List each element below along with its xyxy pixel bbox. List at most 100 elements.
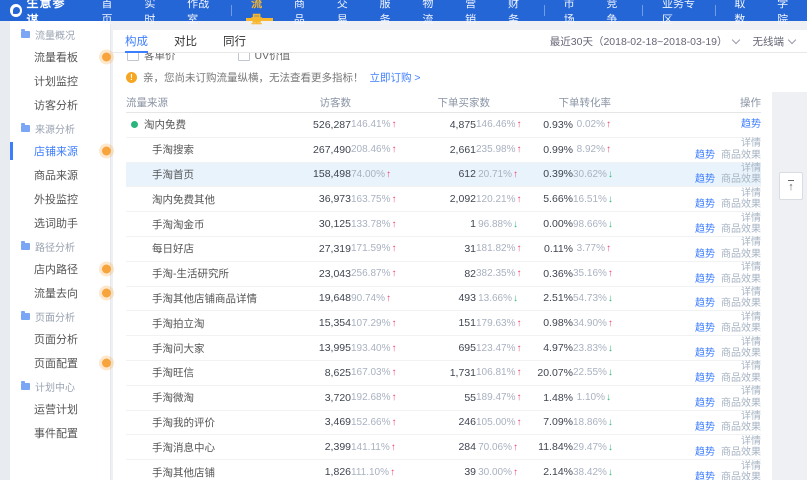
table-row[interactable]: 手淘其他店铺商品详情19,64890.74%↑49313.66%↓2.51%54…: [126, 287, 761, 312]
table-row[interactable]: 手淘问大家13,995193.40%↑695123.47%↑4.97%23.83…: [126, 336, 761, 361]
sidebar-item[interactable]: 运营计划: [10, 397, 110, 421]
trend-link[interactable]: 趋势: [695, 174, 715, 185]
nav-item[interactable]: 实时: [131, 0, 174, 21]
nav-item[interactable]: 学院: [764, 0, 807, 21]
table-row[interactable]: 淘内免费其他36,973163.75%↑2,092120.21%↑5.66%16…: [126, 187, 761, 212]
effect-link[interactable]: 商品效果: [721, 274, 761, 285]
sidebar-item[interactable]: 流量去向: [10, 281, 110, 305]
effect-link[interactable]: 商品效果: [721, 150, 761, 161]
effect-link[interactable]: 商品效果: [721, 472, 761, 480]
checkbox-uv-value[interactable]: UV价值: [238, 53, 291, 64]
checkbox-customer-price[interactable]: 客单价: [127, 53, 176, 64]
sidebar-item[interactable]: 店铺来源: [10, 139, 110, 163]
table-row[interactable]: 手淘淘金币30,125133.78%↑196.88%↓0.00%98.66%↓详…: [126, 212, 761, 237]
effect-link[interactable]: 商品效果: [721, 224, 761, 235]
effect-link[interactable]: 商品效果: [721, 373, 761, 384]
nav-item[interactable]: 财务: [495, 0, 538, 21]
detail-link[interactable]: 详情: [741, 361, 761, 372]
nav-item[interactable]: 取数: [721, 0, 764, 21]
effect-link[interactable]: 商品效果: [721, 447, 761, 458]
table-row[interactable]: 手淘搜索267,490208.46%↑2,661235.98%↑0.99%8.9…: [126, 138, 761, 163]
trend-link[interactable]: 趋势: [741, 119, 761, 130]
nav-item[interactable]: 商品: [281, 0, 324, 21]
tab-peers[interactable]: 同行: [223, 30, 246, 52]
sidebar-section[interactable]: 计划中心: [10, 375, 110, 397]
sidebar-item[interactable]: 店内路径: [10, 257, 110, 281]
effect-link[interactable]: 商品效果: [721, 348, 761, 359]
nav-item[interactable]: 物流: [409, 0, 452, 21]
detail-link[interactable]: 详情: [741, 411, 761, 422]
table-row[interactable]: 手淘微淘3,720192.68%↑55189.47%↑1.48%1.10%↓详情…: [126, 386, 761, 411]
trend-link[interactable]: 趋势: [695, 447, 715, 458]
effect-link[interactable]: 商品效果: [721, 174, 761, 185]
nav-item[interactable]: 流量: [238, 0, 281, 21]
sidebar-item[interactable]: 选词助手: [10, 211, 110, 235]
detail-link[interactable]: 详情: [741, 138, 761, 149]
detail-link[interactable]: 详情: [741, 163, 761, 174]
trend-link[interactable]: 趋势: [695, 150, 715, 161]
table-row[interactable]: 淘内免费526,287146.41%↑4,875146.46%↑0.93%0.0…: [126, 113, 761, 138]
detail-link[interactable]: 详情: [741, 262, 761, 273]
detail-link[interactable]: 详情: [741, 436, 761, 447]
table-row[interactable]: 手淘我的评价3,469152.66%↑246105.00%↑7.09%18.86…: [126, 411, 761, 436]
sidebar-item[interactable]: 流量看板: [10, 45, 110, 69]
trend-link[interactable]: 趋势: [695, 298, 715, 309]
detail-link[interactable]: 详情: [741, 337, 761, 348]
detail-link[interactable]: 详情: [741, 386, 761, 397]
detail-link[interactable]: 详情: [741, 461, 761, 472]
date-range-selector[interactable]: 最近30天（2018-02-18~2018-03-19）: [550, 34, 739, 49]
sidebar-section[interactable]: 来源分析: [10, 117, 110, 139]
sidebar-item[interactable]: 事件配置: [10, 421, 110, 445]
sidebar-section[interactable]: 页面分析: [10, 305, 110, 327]
trend-link[interactable]: 趋势: [695, 224, 715, 235]
effect-link[interactable]: 商品效果: [721, 422, 761, 433]
sidebar-item[interactable]: 计划监控: [10, 69, 110, 93]
trend-link[interactable]: 趋势: [695, 398, 715, 409]
detail-link[interactable]: 详情: [741, 312, 761, 323]
trend-link[interactable]: 趋势: [695, 323, 715, 334]
detail-link[interactable]: 详情: [741, 237, 761, 248]
nav-item[interactable]: 服务: [367, 0, 410, 21]
detail-link[interactable]: 详情: [741, 188, 761, 199]
detail-link[interactable]: 详情: [741, 287, 761, 298]
sidebar-item[interactable]: 外投监控: [10, 187, 110, 211]
trend-link[interactable]: 趋势: [695, 422, 715, 433]
nav-item[interactable]: 作战室: [174, 0, 225, 21]
table-row[interactable]: 手淘消息中心2,399141.11%↑28470.06%↑11.84%29.47…: [126, 435, 761, 460]
sidebar-item[interactable]: 访客分析: [10, 93, 110, 117]
trend-link[interactable]: 趋势: [695, 249, 715, 260]
table-row[interactable]: 手淘拍立淘15,354107.29%↑151179.63%↑0.98%34.90…: [126, 311, 761, 336]
trend-link[interactable]: 趋势: [695, 348, 715, 359]
effect-link[interactable]: 商品效果: [721, 249, 761, 260]
trend-link[interactable]: 趋势: [695, 274, 715, 285]
sidebar-item[interactable]: 商品来源: [10, 163, 110, 187]
sidebar-item[interactable]: 页面分析: [10, 327, 110, 351]
nav-item[interactable]: 首页: [89, 0, 132, 21]
table-row[interactable]: 手淘旺信8,625167.03%↑1,731106.81%↑20.07%22.5…: [126, 361, 761, 386]
table-row[interactable]: 手淘首页158,49874.00%↑61220.71%↑0.39%30.62%↓…: [126, 163, 761, 188]
nav-item[interactable]: 竞争: [593, 0, 636, 21]
app-logo[interactable]: 生意参谋: [10, 0, 73, 28]
trend-link[interactable]: 趋势: [695, 373, 715, 384]
effect-link[interactable]: 商品效果: [721, 323, 761, 334]
nav-item[interactable]: 市场: [551, 0, 594, 21]
back-to-top-button[interactable]: ↑: [779, 172, 803, 200]
sidebar-item[interactable]: 页面配置: [10, 351, 110, 375]
effect-link[interactable]: 商品效果: [721, 199, 761, 210]
trend-link[interactable]: 趋势: [695, 199, 715, 210]
effect-link[interactable]: 商品效果: [721, 398, 761, 409]
sidebar-section[interactable]: 路径分析: [10, 235, 110, 257]
nav-item[interactable]: 营销: [452, 0, 495, 21]
tab-compare[interactable]: 对比: [174, 30, 197, 52]
nav-item[interactable]: 业务专区: [649, 0, 709, 21]
table-row[interactable]: 每日好店27,319171.59%↑31181.82%↑0.11%3.77%↑详…: [126, 237, 761, 262]
trend-link[interactable]: 趋势: [695, 472, 715, 480]
detail-link[interactable]: 详情: [741, 213, 761, 224]
table-row[interactable]: 手淘-生活研究所23,043256.87%↑82382.35%↑0.36%35.…: [126, 262, 761, 287]
terminal-selector[interactable]: 无线端: [753, 34, 796, 49]
effect-link[interactable]: 商品效果: [721, 298, 761, 309]
table-row[interactable]: 手淘其他店铺1,826111.10%↑3930.00%↑2.14%38.42%↓…: [126, 460, 761, 480]
subscribe-link[interactable]: 立即订购 >: [370, 70, 421, 85]
nav-item[interactable]: 交易: [324, 0, 367, 21]
tab-composition[interactable]: 构成: [125, 30, 148, 52]
